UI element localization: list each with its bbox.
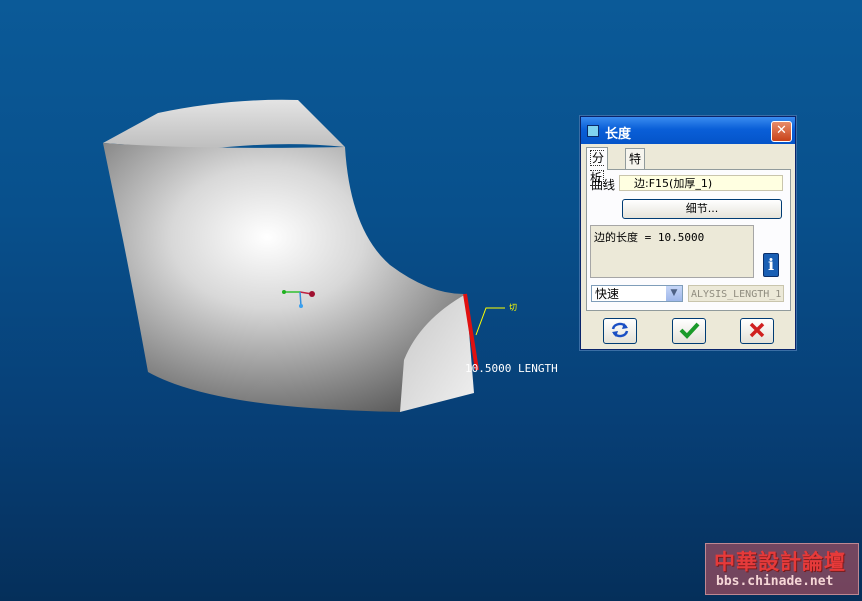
x-icon bbox=[749, 322, 765, 338]
chevron-down-icon[interactable]: ▼ bbox=[666, 286, 682, 301]
edge-tag: 切 bbox=[509, 303, 517, 312]
close-icon[interactable]: ✕ bbox=[771, 121, 792, 142]
annotation-leader bbox=[475, 307, 505, 336]
tab-feature[interactable]: 特征 bbox=[625, 148, 646, 186]
result-text-area: 边的长度 = 10.5000 bbox=[590, 225, 754, 278]
mode-select-value: 快速 bbox=[595, 287, 620, 301]
model-top-face bbox=[103, 99, 345, 150]
tab-analysis-label: 分析 bbox=[590, 150, 605, 186]
tab-analysis[interactable]: 分析 bbox=[586, 147, 609, 186]
parameter-name-field: ALYSIS_LENGTH_1 bbox=[688, 285, 784, 302]
repeat-icon bbox=[611, 322, 629, 338]
info-icon[interactable]: i bbox=[763, 253, 779, 277]
length-dialog: 长度 ✕ 分析 特征 曲线 边:F15(加厚_1) 细节... 边的长度 = 1… bbox=[580, 116, 796, 350]
forum-watermark: 中華設計論壇 bbs.chinade.net bbox=[705, 543, 859, 595]
length-annotation: 10.5000 LENGTH bbox=[465, 362, 558, 375]
ok-button[interactable] bbox=[672, 318, 706, 344]
dialog-titlebar[interactable]: 长度 ✕ bbox=[581, 117, 795, 144]
check-icon bbox=[679, 322, 700, 339]
watermark-title: 中華設計論壇 bbox=[714, 550, 846, 574]
mode-select[interactable]: 快速 ▼ bbox=[591, 285, 683, 302]
curve-selection-field[interactable]: 边:F15(加厚_1) bbox=[619, 175, 783, 191]
analysis-panel: 曲线 边:F15(加厚_1) 细节... 边的长度 = 10.5000 i 快速… bbox=[586, 169, 791, 311]
dialog-title: 长度 bbox=[605, 127, 632, 142]
dialog-app-icon bbox=[587, 125, 599, 137]
cancel-button[interactable] bbox=[740, 318, 774, 344]
repeat-button[interactable] bbox=[603, 318, 637, 344]
details-button[interactable]: 细节... bbox=[622, 199, 782, 219]
watermark-url: bbs.chinade.net bbox=[716, 574, 834, 589]
